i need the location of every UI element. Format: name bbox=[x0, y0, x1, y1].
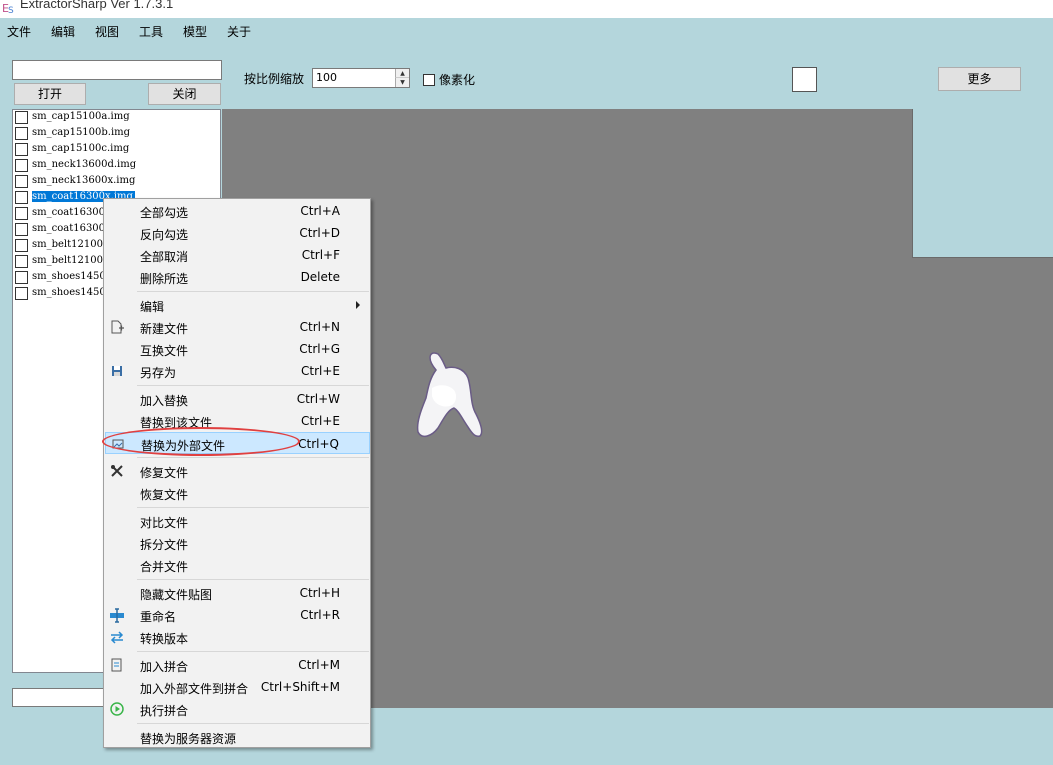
title-bar: E S ExtractorSharp Ver 1.7.3.1 bbox=[0, 0, 1053, 18]
list-item[interactable]: sm_cap15100b.img bbox=[13, 126, 220, 142]
scale-value: 100 bbox=[316, 71, 337, 84]
open-button[interactable]: 打开 bbox=[14, 83, 86, 105]
menu-item-execute-merge[interactable]: 执行拼合 bbox=[105, 698, 370, 720]
menu-model[interactable]: 模型 bbox=[183, 23, 207, 40]
menu-item-add-external-to-merge[interactable]: 加入外部文件到拼合 Ctrl+Shift+M bbox=[105, 676, 370, 698]
thumbnail-preview bbox=[912, 109, 1053, 258]
annotation-highlight-ellipse bbox=[102, 427, 300, 456]
menu-separator bbox=[137, 291, 369, 292]
app-logo-icon: E S bbox=[2, 2, 14, 14]
scale-stepper[interactable]: 100 ▲ ▼ bbox=[312, 68, 410, 88]
spin-up-icon[interactable]: ▲ bbox=[395, 69, 409, 78]
file-checkbox[interactable] bbox=[15, 239, 28, 252]
context-menu: 全部勾选 Ctrl+A 反向勾选 Ctrl+D 全部取消 Ctrl+F 删除所选 Del… bbox=[103, 198, 371, 748]
menu-separator bbox=[137, 457, 369, 458]
menu-tools[interactable]: 工具 bbox=[139, 23, 163, 40]
list-item[interactable]: sm_cap15100a.img bbox=[13, 110, 220, 126]
menu-separator bbox=[137, 723, 369, 724]
pixelate-checkbox[interactable] bbox=[423, 74, 435, 86]
more-button[interactable]: 更多 bbox=[938, 67, 1021, 91]
menu-item-delete-selected[interactable]: 删除所选 Delete bbox=[105, 266, 370, 288]
tools-icon bbox=[111, 465, 123, 477]
menu-item-replace-with-server[interactable]: 替换为服务器资源 bbox=[105, 726, 370, 748]
color-swatch[interactable] bbox=[792, 67, 817, 92]
file-checkbox[interactable] bbox=[15, 143, 28, 156]
sprite-image bbox=[416, 352, 483, 438]
menu-item-hide-textures[interactable]: 隐藏文件贴图 Ctrl+H bbox=[105, 582, 370, 604]
menu-file[interactable]: 文件 bbox=[7, 23, 31, 40]
menu-item-restore-file[interactable]: 恢复文件 bbox=[105, 482, 370, 504]
save-icon bbox=[112, 366, 122, 376]
new-file-icon bbox=[111, 320, 124, 334]
menu-about[interactable]: 关于 bbox=[227, 23, 251, 40]
menu-item-invert-selection[interactable]: 反向勾选 Ctrl+D bbox=[105, 222, 370, 244]
file-checkbox[interactable] bbox=[15, 191, 28, 204]
menu-item-save-as[interactable]: 另存为 Ctrl+E bbox=[105, 360, 370, 382]
menu-separator bbox=[137, 579, 369, 580]
spin-down-icon[interactable]: ▼ bbox=[395, 78, 409, 87]
menu-item-new-file[interactable]: 新建文件 Ctrl+N bbox=[105, 316, 370, 338]
rename-icon bbox=[110, 608, 124, 623]
file-checkbox[interactable] bbox=[15, 127, 28, 140]
menu-item-split-file[interactable]: 拆分文件 bbox=[105, 532, 370, 554]
menu-item-compare-files[interactable]: 对比文件 bbox=[105, 510, 370, 532]
menu-view[interactable]: 视图 bbox=[95, 23, 119, 40]
menu-item-rename[interactable]: 重命名 Ctrl+R bbox=[105, 604, 370, 626]
status-input[interactable] bbox=[12, 688, 112, 707]
list-item[interactable]: sm_neck13600x.img bbox=[13, 174, 220, 190]
svg-text:S: S bbox=[8, 6, 14, 14]
pixelate-label: 像素化 bbox=[439, 73, 476, 87]
menu-item-merge-files[interactable]: 合并文件 bbox=[105, 554, 370, 576]
submenu-arrow-icon bbox=[356, 301, 360, 309]
list-item[interactable]: sm_cap15100c.img bbox=[13, 142, 220, 158]
file-checkbox[interactable] bbox=[15, 175, 28, 188]
file-checkbox[interactable] bbox=[15, 111, 28, 124]
menu-item-convert-version[interactable]: 转换版本 bbox=[105, 626, 370, 648]
file-checkbox[interactable] bbox=[15, 271, 28, 284]
file-checkbox[interactable] bbox=[15, 255, 28, 268]
merge-doc-icon bbox=[111, 658, 122, 672]
file-checkbox[interactable] bbox=[15, 159, 28, 172]
play-circle-icon bbox=[110, 702, 124, 716]
close-button[interactable]: 关闭 bbox=[148, 83, 221, 105]
window-title: ExtractorSharp Ver 1.7.3.1 bbox=[20, 0, 174, 11]
menu-separator bbox=[137, 385, 369, 386]
file-checkbox[interactable] bbox=[15, 287, 28, 300]
menu-separator bbox=[137, 651, 369, 652]
menu-edit[interactable]: 编辑 bbox=[51, 23, 75, 40]
menu-item-select-all[interactable]: 全部勾选 Ctrl+A bbox=[105, 200, 370, 222]
file-checkbox[interactable] bbox=[15, 207, 28, 220]
scale-label: 按比例缩放 bbox=[244, 72, 305, 86]
menu-item-add-to-merge[interactable]: 加入拼合 Ctrl+M bbox=[105, 654, 370, 676]
search-input[interactable] bbox=[12, 60, 222, 80]
menu-item-repair-file[interactable]: 修复文件 bbox=[105, 460, 370, 482]
menu-item-edit-submenu[interactable]: 编辑 bbox=[105, 294, 370, 316]
menu-item-deselect-all[interactable]: 全部取消 Ctrl+F bbox=[105, 244, 370, 266]
menu-item-swap-file[interactable]: 互换文件 Ctrl+G bbox=[105, 338, 370, 360]
convert-arrows-icon bbox=[110, 631, 124, 644]
menu-separator bbox=[137, 507, 369, 508]
list-item[interactable]: sm_neck13600d.img bbox=[13, 158, 220, 174]
file-checkbox[interactable] bbox=[15, 223, 28, 236]
menu-item-add-replace[interactable]: 加入替换 Ctrl+W bbox=[105, 388, 370, 410]
